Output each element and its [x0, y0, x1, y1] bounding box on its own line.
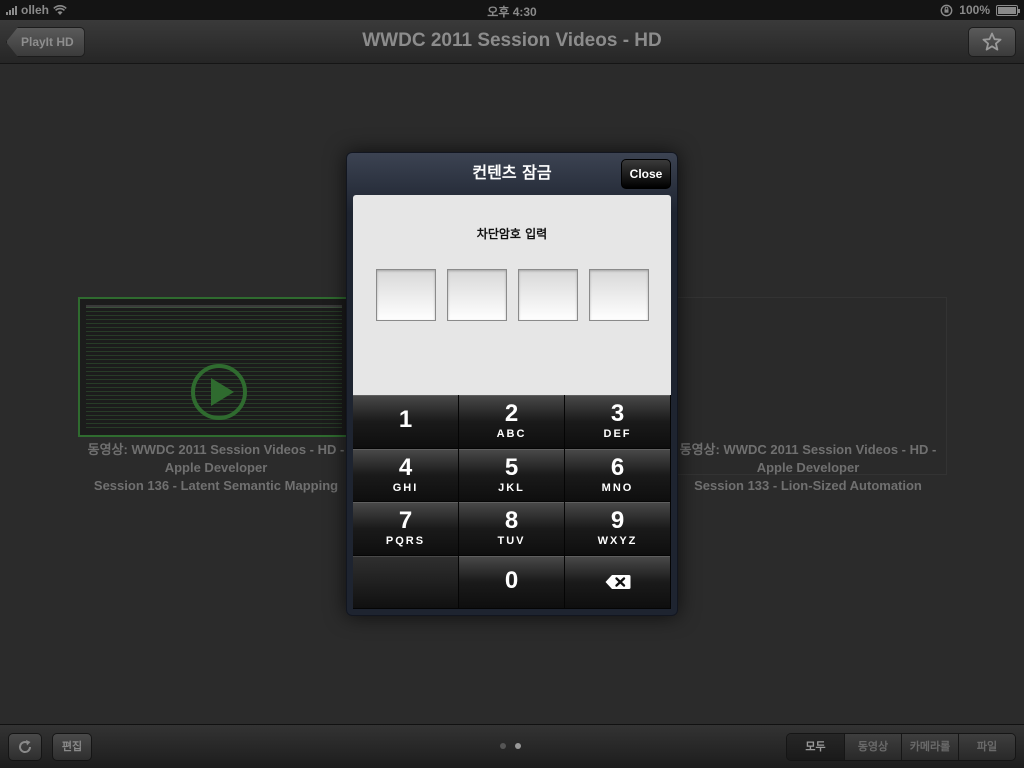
video-item[interactable]: 동영상: WWDC 2011 Session Videos - HD - App…: [658, 297, 958, 497]
page-dot-active: [515, 743, 521, 749]
key-6[interactable]: 6 MNO: [565, 448, 671, 502]
key-digit: 5: [504, 453, 519, 481]
key-5[interactable]: 5 JKL: [459, 448, 565, 502]
play-icon[interactable]: [190, 363, 248, 421]
passcode-panel: 차단암호 입력: [353, 195, 671, 395]
caption-title: Session 136 - Latent Semantic Mapping: [93, 478, 339, 493]
key-digit: 6: [610, 453, 625, 481]
favorites-button[interactable]: [968, 27, 1016, 57]
filter-all[interactable]: 모두: [787, 734, 844, 760]
passcode-digit-1[interactable]: [376, 269, 436, 321]
content-lock-dialog: 컨텐츠 잠금 Close 차단암호 입력 1 2 ABC 3 DEF 4 GHI…: [346, 152, 678, 616]
battery-percent: 100%: [959, 3, 990, 17]
key-7[interactable]: 7 PQRS: [353, 502, 459, 556]
key-letters: ABC: [496, 428, 527, 440]
key-letters: GHI: [392, 481, 419, 494]
caption-title: Session 133 - Lion-Sized Automation: [694, 478, 922, 493]
battery-icon: [996, 4, 1020, 16]
key-9[interactable]: 9 WXYZ: [565, 502, 671, 556]
passcode-digit-4[interactable]: [589, 269, 649, 321]
passcode-digit-3[interactable]: [518, 269, 578, 321]
key-digit: 0: [504, 566, 519, 594]
page-dot: [500, 743, 506, 749]
filter-camera-roll[interactable]: 카메라롤: [901, 734, 958, 760]
key-letters: DEF: [603, 428, 632, 440]
clock: 오후 4:30: [487, 5, 537, 19]
passcode-digit-2[interactable]: [447, 269, 507, 321]
key-3[interactable]: 3 DEF: [565, 395, 671, 449]
status-right-group: 100%: [940, 3, 1020, 17]
key-digit: 7: [398, 507, 413, 534]
key-letters: WXYZ: [597, 535, 638, 547]
key-1[interactable]: 1: [353, 395, 459, 449]
video-item[interactable]: 동영상: WWDC 2011 Session Videos - HD - App…: [66, 297, 366, 497]
delete-key[interactable]: [565, 555, 671, 609]
caption-channel: Apple Developer: [756, 460, 860, 475]
filter-files[interactable]: 파일: [958, 734, 1015, 760]
bottom-toolbar: 편집 모두 동영상 카메라롤 파일: [0, 724, 1024, 768]
rotation-lock-icon: [940, 4, 953, 16]
status-bar: olleh 오후 4:30 100%: [0, 0, 1024, 20]
key-letters: TUV: [497, 535, 526, 547]
backspace-icon: [605, 574, 630, 589]
page-indicator[interactable]: [500, 743, 521, 749]
key-blank: [353, 555, 459, 609]
video-caption: 동영상: WWDC 2011 Session Videos - HD - App…: [66, 441, 366, 495]
star-icon: [982, 32, 1002, 51]
passcode-prompt: 차단암호 입력: [476, 227, 548, 241]
video-thumbnail[interactable]: [78, 297, 348, 437]
filter-videos[interactable]: 동영상: [844, 734, 901, 760]
key-4[interactable]: 4 GHI: [353, 448, 459, 502]
page-title: WWDC 2011 Session Videos - HD: [362, 30, 662, 51]
key-digit: 4: [398, 453, 413, 481]
media-filter-control: 모두 동영상 카메라롤 파일: [786, 733, 1016, 761]
close-button[interactable]: Close: [621, 159, 671, 189]
caption-source: 동영상: WWDC 2011 Session Videos - HD -: [679, 442, 937, 457]
back-button[interactable]: PlayIt HD: [6, 27, 85, 57]
refresh-button[interactable]: [8, 733, 42, 761]
key-digit: 9: [610, 507, 625, 534]
key-digit: 3: [610, 400, 625, 427]
key-letters: JKL: [498, 481, 525, 494]
refresh-icon: [19, 740, 32, 753]
key-digit: 1: [398, 406, 413, 433]
key-digit: 8: [504, 507, 519, 534]
caption-source: 동영상: WWDC 2011 Session Videos - HD -: [87, 442, 345, 457]
key-letters: PQRS: [385, 535, 426, 547]
key-letters: MNO: [601, 481, 634, 494]
key-0[interactable]: 0: [459, 555, 565, 609]
caption-channel: Apple Developer: [164, 460, 268, 475]
key-2[interactable]: 2 ABC: [459, 395, 565, 449]
edit-button[interactable]: 편집: [52, 733, 92, 761]
key-digit: 2: [504, 400, 519, 427]
key-8[interactable]: 8 TUV: [459, 502, 565, 556]
video-caption: 동영상: WWDC 2011 Session Videos - HD - App…: [658, 441, 958, 495]
navigation-bar: PlayIt HD WWDC 2011 Session Videos - HD: [0, 20, 1024, 64]
number-keypad: 1 2 ABC 3 DEF 4 GHI 5 JKL 6 MNO 7 PQRS 8…: [353, 395, 671, 609]
